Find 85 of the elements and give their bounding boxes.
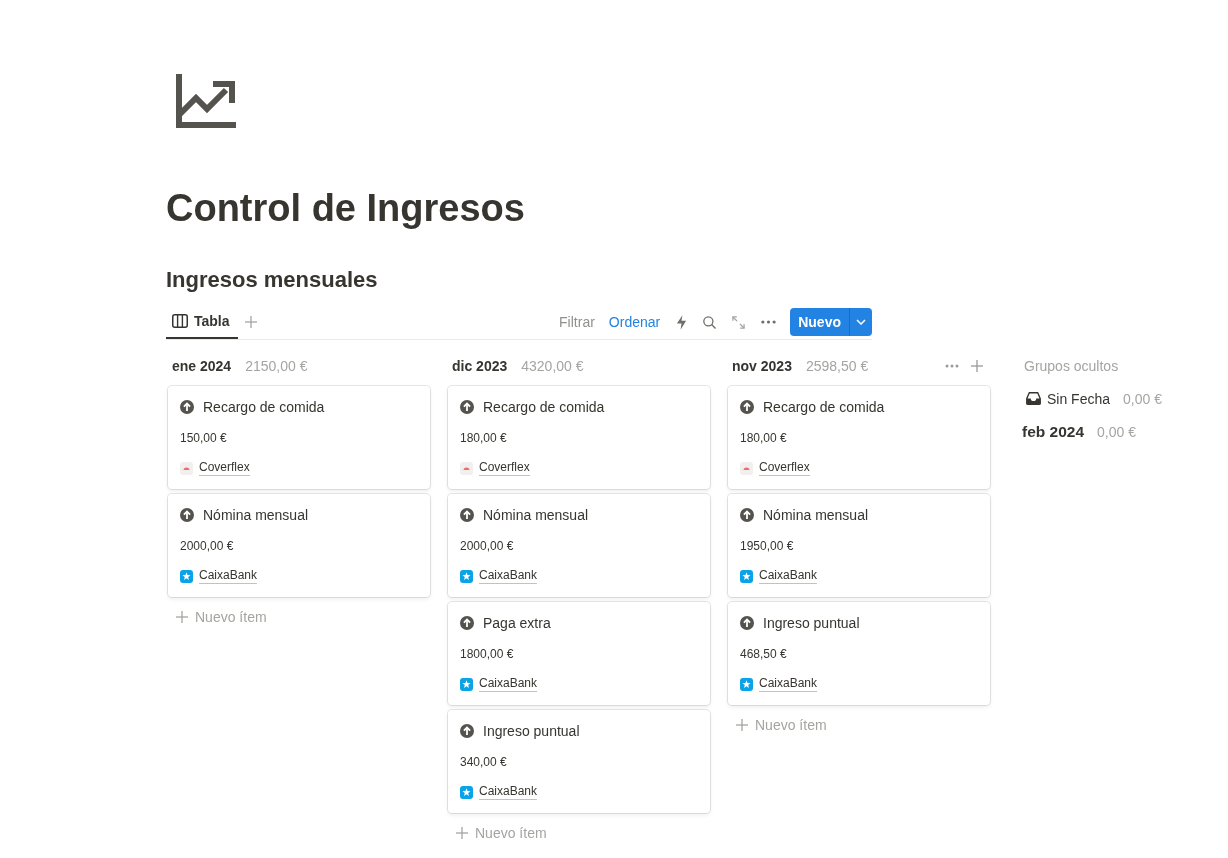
- account-link[interactable]: CaixaBank: [479, 568, 538, 584]
- arrow-up-circle-icon: [460, 400, 474, 414]
- view-tab[interactable]: Tabla: [166, 305, 238, 339]
- card-title: Ingreso puntual: [763, 615, 860, 631]
- card-amount: 2000,00 €: [460, 538, 514, 555]
- account-link[interactable]: Coverflex: [199, 460, 250, 476]
- arrow-up-circle-icon: [460, 616, 474, 630]
- more-icon[interactable]: [945, 364, 959, 368]
- plus-icon[interactable]: [244, 316, 257, 328]
- card[interactable]: Paga extra 1800,00 € CaixaBank: [448, 602, 710, 705]
- plus-icon: [176, 611, 188, 623]
- inbox-icon: [1026, 392, 1041, 405]
- arrow-up-circle-icon: [180, 508, 194, 522]
- dropdown-button[interactable]: [849, 308, 872, 336]
- card-amount: 468,50 €: [740, 646, 787, 663]
- table-icon: [172, 314, 188, 328]
- account-link[interactable]: CaixaBank: [199, 568, 258, 584]
- star-tile-icon: [740, 569, 753, 583]
- card-title: Nómina mensual: [763, 507, 869, 523]
- card-amount: 2000,00 €: [180, 538, 234, 555]
- new-button[interactable]: Nuevo: [790, 308, 849, 336]
- dome-tile-icon: [180, 461, 193, 475]
- card-amount: 180,00 €: [740, 430, 787, 447]
- card[interactable]: Recargo de comida 150,00 € Coverflex: [168, 386, 430, 489]
- group-total: 4320,00 €: [521, 358, 584, 374]
- card-amount: 150,00 €: [180, 430, 227, 447]
- plus-icon: [456, 827, 468, 839]
- account-link[interactable]: Coverflex: [759, 460, 810, 476]
- hidden-groups-label: Grupos ocultos: [1023, 357, 1120, 376]
- caret-icon: [856, 319, 866, 325]
- card-amount: 340,00 €: [460, 754, 507, 771]
- dome-tile-icon: [740, 461, 753, 475]
- more-icon[interactable]: [761, 320, 777, 324]
- account-link[interactable]: CaixaBank: [479, 784, 538, 800]
- page-title: Control de Ingresos: [166, 186, 525, 231]
- group-total: 0,00 €: [1097, 423, 1136, 440]
- group-label[interactable]: feb 2024: [1022, 422, 1085, 441]
- star-tile-icon: [460, 569, 473, 583]
- card-amount: 180,00 €: [460, 430, 507, 447]
- arrow-up-circle-icon: [740, 508, 754, 522]
- card[interactable]: Recargo de comida 180,00 € Coverflex: [448, 386, 710, 489]
- arrow-up-circle-icon: [740, 616, 754, 630]
- toolbar-button[interactable]: Ordenar: [608, 314, 661, 330]
- card-title: Recargo de comida: [203, 399, 325, 415]
- card[interactable]: Nómina mensual 1950,00 € CaixaBank: [728, 494, 990, 597]
- star-tile-icon: [180, 569, 193, 583]
- star-tile-icon: [740, 677, 753, 691]
- lightning-icon[interactable]: [676, 314, 688, 330]
- account-link[interactable]: CaixaBank: [759, 676, 818, 692]
- account-link[interactable]: Coverflex: [479, 460, 530, 476]
- card[interactable]: Nómina mensual 2000,00 € CaixaBank: [448, 494, 710, 597]
- account-link[interactable]: CaixaBank: [479, 676, 538, 692]
- arrow-up-circle-icon: [460, 724, 474, 738]
- card-title: Nómina mensual: [483, 507, 589, 523]
- card-title: Ingreso puntual: [483, 723, 580, 739]
- group-label: nov 2023: [732, 358, 792, 374]
- card-title: Recargo de comida: [763, 399, 885, 415]
- card[interactable]: Nómina mensual 2000,00 € CaixaBank: [168, 494, 430, 597]
- group-total: 2150,00 €: [245, 358, 308, 374]
- card-title: Recargo de comida: [483, 399, 605, 415]
- card[interactable]: Recargo de comida 180,00 € Coverflex: [728, 386, 990, 489]
- card[interactable]: Ingreso puntual 468,50 € CaixaBank: [728, 602, 990, 705]
- star-tile-icon: [460, 785, 473, 799]
- group-label: ene 2024: [172, 358, 232, 374]
- star-tile-icon: [460, 677, 473, 691]
- card-amount: 1800,00 €: [460, 646, 514, 663]
- arrow-up-circle-icon: [180, 400, 194, 414]
- plus-icon[interactable]: [971, 360, 983, 372]
- plus-icon: [736, 719, 748, 731]
- card[interactable]: Ingreso puntual 340,00 € CaixaBank: [448, 710, 710, 813]
- database-title: Ingresos mensuales: [166, 266, 378, 294]
- arrow-up-circle-icon: [740, 400, 754, 414]
- card-title: Paga extra: [483, 615, 551, 631]
- account-link[interactable]: CaixaBank: [759, 568, 818, 584]
- line-chart-icon: [176, 74, 236, 128]
- group-total: 2598,50 €: [805, 358, 869, 374]
- search-icon[interactable]: [703, 315, 717, 329]
- card-amount: 1950,00 €: [740, 538, 794, 555]
- group-label[interactable]: Sin Fecha: [1047, 390, 1111, 407]
- arrow-up-circle-icon: [460, 508, 474, 522]
- group-label: dic 2023: [452, 358, 508, 374]
- dome-tile-icon: [460, 461, 473, 475]
- expand-icon[interactable]: [732, 315, 746, 329]
- card-title: Nómina mensual: [203, 507, 309, 523]
- group-total: 0,00 €: [1123, 390, 1162, 407]
